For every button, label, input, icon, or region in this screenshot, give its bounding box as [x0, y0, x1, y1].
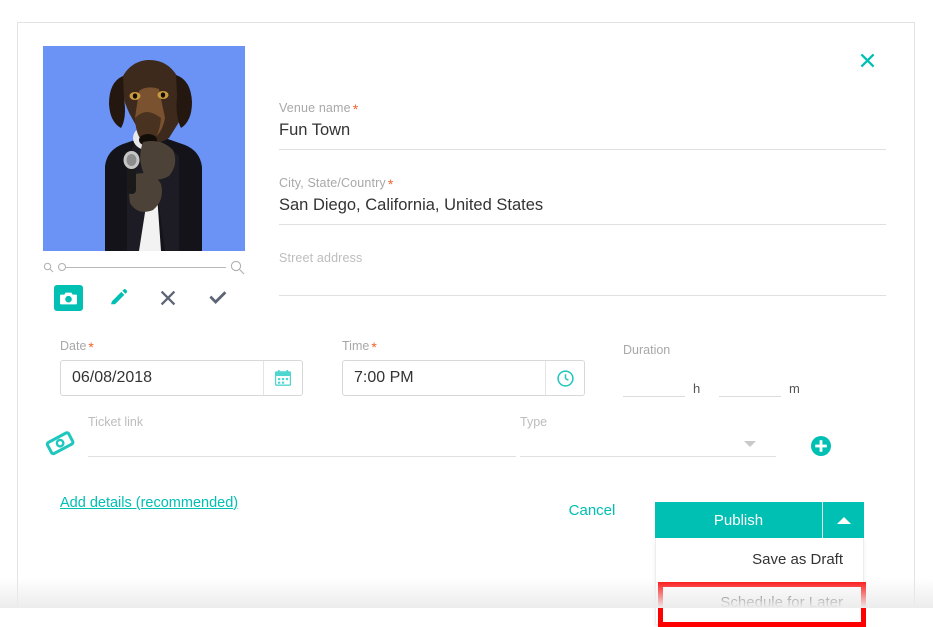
ticket-link-field[interactable]: Ticket link [88, 415, 516, 457]
venue-fields: Venue name * Fun Town City, State/Country… [279, 100, 886, 296]
city-value[interactable]: San Diego, California, United States [279, 191, 886, 219]
type-value[interactable] [520, 430, 776, 452]
ticket-link-value[interactable] [88, 430, 516, 452]
remove-button[interactable] [143, 289, 193, 307]
ticket-row: Ticket link Type [18, 408, 916, 468]
publish-button[interactable]: Publish [655, 502, 822, 538]
required-marker: * [387, 175, 394, 192]
calendar-icon[interactable] [263, 361, 302, 395]
slider-handle[interactable] [58, 262, 66, 271]
street-address-label: Street address [279, 251, 363, 265]
duration-minutes-unit: m [789, 381, 800, 396]
time-value[interactable]: 7:00 PM [343, 361, 545, 395]
date-label: Date * [60, 338, 303, 355]
duration-group: Duration h m [623, 343, 873, 397]
x-icon [160, 290, 176, 306]
photo-zoom-slider[interactable] [43, 260, 245, 274]
chevron-down-icon[interactable] [744, 441, 756, 447]
street-address-value[interactable] [279, 266, 886, 290]
close-icon[interactable] [854, 47, 880, 73]
duration-hours-input[interactable] [623, 376, 685, 397]
ticket-icon[interactable] [43, 426, 77, 460]
publish-dropdown-menu: Save as Draft Schedule for Later [655, 538, 864, 625]
date-value[interactable]: 06/08/2018 [61, 361, 263, 395]
photo-panel [43, 46, 245, 313]
edit-button[interactable] [93, 288, 143, 308]
publish-dropdown-toggle[interactable] [822, 502, 864, 538]
plus-circle-icon[interactable] [810, 435, 832, 457]
venue-name-label: Venue name * [279, 100, 886, 116]
datetime-row: Date * 06/08/2018 Time * 7:00 PM Duratio… [18, 323, 916, 413]
event-editor-card: Venue name * Fun Town City, State/Country… [17, 22, 916, 627]
slider-track[interactable] [58, 262, 226, 271]
required-marker: * [88, 338, 94, 355]
time-label-text: Time [342, 339, 370, 353]
cancel-button[interactable]: Cancel [553, 502, 631, 519]
photo-tools [43, 283, 245, 313]
pencil-icon [111, 289, 128, 305]
required-marker: * [371, 338, 377, 355]
confirm-button[interactable] [193, 289, 243, 307]
clock-icon[interactable] [545, 361, 584, 395]
time-label: Time * [342, 338, 585, 355]
duration-inputs: h m [623, 373, 873, 397]
date-label-text: Date [60, 339, 87, 353]
publish-split-button: Publish [655, 502, 864, 538]
ticket-link-label: Ticket link [88, 415, 144, 429]
time-group: Time * 7:00 PM [342, 339, 585, 396]
add-details-link[interactable]: Add details (recommended) [60, 495, 238, 511]
street-address-field[interactable]: Street address [279, 250, 886, 296]
venue-name-value[interactable]: Fun Town [279, 116, 886, 144]
venue-name-field[interactable]: Venue name * Fun Town [279, 100, 886, 150]
duration-label: Duration [623, 343, 671, 357]
venue-name-label-text: Venue name [279, 101, 351, 115]
type-select[interactable]: Type [520, 415, 776, 457]
time-input[interactable]: 7:00 PM [342, 360, 585, 396]
menu-item-save-as-draft[interactable]: Save as Draft [656, 538, 863, 581]
magnifier-small-icon [43, 262, 54, 272]
duration-minutes-input[interactable] [719, 376, 781, 397]
event-photo[interactable] [43, 46, 245, 251]
camera-button[interactable] [43, 285, 93, 311]
check-icon [209, 291, 227, 304]
date-group: Date * 06/08/2018 [60, 339, 303, 396]
menu-item-schedule-for-later[interactable]: Schedule for Later [656, 581, 863, 624]
duration-hours-unit: h [693, 381, 701, 396]
type-label: Type [520, 415, 548, 429]
camera-icon [59, 292, 77, 305]
city-field[interactable]: City, State/Country * San Diego, Californ… [279, 175, 886, 225]
date-input[interactable]: 06/08/2018 [60, 360, 303, 396]
city-label-text: City, State/Country [279, 176, 386, 190]
chevron-up-icon [836, 516, 851, 524]
magnifier-large-icon [230, 260, 245, 274]
required-marker: * [352, 100, 359, 117]
city-label: City, State/Country * [279, 175, 886, 191]
